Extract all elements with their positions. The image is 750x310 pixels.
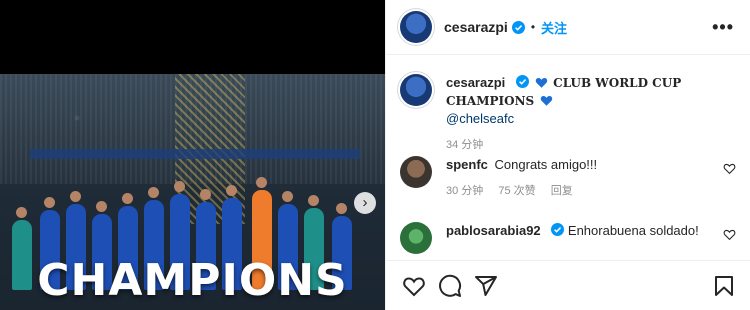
comments-section: cesarazpi CLUB WORLD CUP CHAMPIONS @chel… [386, 56, 750, 260]
blue-heart-icon [535, 78, 547, 88]
caption-body: cesarazpi CLUB WORLD CUP CHAMPIONS @chel… [446, 74, 740, 154]
avatar[interactable] [400, 11, 432, 43]
player-head [44, 197, 55, 208]
follow-button[interactable]: 关注 [541, 18, 567, 37]
separator-dot: • [530, 20, 536, 34]
comment-likes[interactable]: 75 次赞 [498, 185, 535, 197]
heart-icon[interactable] [723, 162, 736, 175]
player-head [336, 203, 347, 214]
post-actions [386, 260, 750, 310]
player-head [122, 193, 133, 204]
post-media: CHAMPIONS › [0, 0, 385, 310]
verified-badge-icon [511, 20, 525, 34]
header-username[interactable]: cesarazpi [444, 19, 508, 35]
chevron-right-icon: › [362, 194, 368, 211]
post-side-panel: cesarazpi • 关注 ••• cesarazpi CLUB WORLD … [385, 0, 750, 310]
carousel-next-button[interactable]: › [354, 192, 376, 214]
heart-icon[interactable] [402, 274, 426, 298]
comment-icon[interactable] [438, 274, 462, 298]
player-head [282, 191, 293, 202]
heart-icon[interactable] [723, 228, 736, 241]
caption-time: 34 分钟 [446, 139, 484, 151]
blue-heart-icon [540, 96, 553, 106]
champions-overlay-text: CHAMPIONS [37, 255, 348, 306]
bookmark-icon[interactable] [712, 274, 736, 298]
player-head [200, 189, 211, 200]
avatar[interactable] [400, 74, 432, 106]
player-head [96, 201, 107, 212]
caption-mention[interactable]: @chelseafc [446, 111, 514, 126]
share-icon[interactable] [474, 274, 498, 298]
post-header: cesarazpi • 关注 ••• [386, 0, 750, 55]
post-photo: CHAMPIONS [0, 74, 385, 310]
verified-badge-icon [515, 75, 529, 88]
avatar[interactable] [400, 156, 432, 188]
player-head [226, 185, 237, 196]
comment-meta: 30 分钟 75 次赞 回复 [446, 182, 740, 200]
player-head [148, 187, 159, 198]
comment-body: spenfc Congrats amigo!!! 30 分钟 75 次赞 回复 [446, 156, 740, 200]
comment-username[interactable]: spenfc [446, 157, 488, 172]
comment-body: pablosarabia92 Enhorabuena soldado! [446, 222, 740, 240]
caption-meta: 34 分钟 [446, 136, 740, 154]
player-head [308, 195, 319, 206]
caption-row: cesarazpi CLUB WORLD CUP CHAMPIONS @chel… [400, 74, 740, 154]
avatar[interactable] [400, 222, 432, 254]
comment-row: pablosarabia92 Enhorabuena soldado! [400, 222, 740, 254]
comment-row: spenfc Congrats amigo!!! 30 分钟 75 次赞 回复 [400, 156, 740, 200]
comment-text: Congrats amigo!!! [494, 157, 598, 172]
comment-username[interactable]: pablosarabia92 [446, 223, 541, 238]
reply-button[interactable]: 回复 [551, 185, 573, 197]
comment-time: 30 分钟 [446, 185, 484, 197]
stadium-banner [30, 149, 360, 159]
verified-badge-icon [551, 223, 565, 236]
player-head [174, 181, 185, 192]
player-head [70, 191, 81, 202]
player-head [16, 207, 27, 218]
player-head [256, 177, 267, 188]
comment-text: Enhorabuena soldado! [567, 223, 699, 238]
more-icon[interactable]: ••• [712, 17, 734, 38]
caption-username[interactable]: cesarazpi [446, 75, 505, 90]
